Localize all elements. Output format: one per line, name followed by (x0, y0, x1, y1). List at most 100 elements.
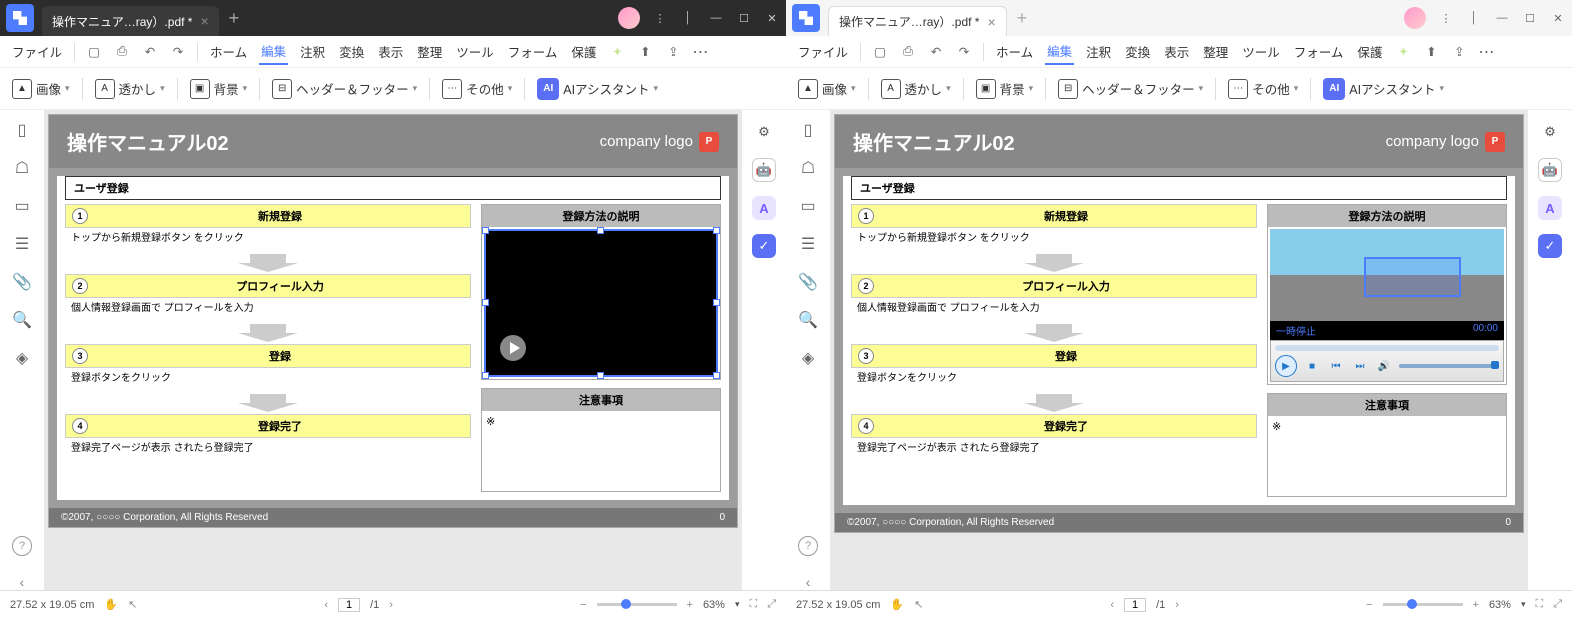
ai-robot-icon[interactable]: 🤖 (752, 158, 776, 182)
print-icon[interactable]: ⎙ (113, 43, 131, 61)
comment-icon[interactable]: ▭ (798, 196, 818, 216)
menu-home[interactable]: ホーム (208, 39, 249, 64)
zoom-in-icon[interactable]: + (1473, 599, 1479, 611)
share-icon[interactable]: ⇪ (1450, 43, 1468, 61)
menu-edit[interactable]: 編集 (259, 38, 288, 65)
header-footer-button[interactable]: ⊟ヘッダー＆フッター▾ (268, 75, 421, 103)
check-icon[interactable]: ✓ (1538, 234, 1562, 258)
share-icon[interactable]: ⇪ (664, 43, 682, 61)
menu-annotate[interactable]: 注釈 (1084, 39, 1113, 64)
menu-form[interactable]: フォーム (506, 39, 560, 64)
layers-icon[interactable]: ◈ (12, 348, 32, 368)
cloud-icon[interactable]: ⬆ (636, 43, 654, 61)
close-tab-icon[interactable]: × (200, 13, 208, 29)
comment-icon[interactable]: ▭ (12, 196, 32, 216)
menu-organize[interactable]: 整理 (415, 39, 444, 64)
prev-page-icon[interactable]: ‹ (1110, 599, 1114, 611)
help-icon[interactable]: ? (12, 536, 32, 556)
user-avatar[interactable] (1404, 7, 1426, 29)
more-icon[interactable]: ⋯ (692, 42, 708, 62)
print-icon[interactable]: ⎙ (899, 43, 917, 61)
image-button[interactable]: ▲画像▾ (794, 75, 860, 103)
cloud-icon[interactable]: ⬆ (1422, 43, 1440, 61)
check-icon[interactable]: ✓ (752, 234, 776, 258)
attachment-icon[interactable]: 📎 (12, 272, 32, 292)
menu-view[interactable]: 表示 (376, 39, 405, 64)
open-icon[interactable]: ▢ (85, 43, 103, 61)
fields-icon[interactable]: ☰ (12, 234, 32, 254)
minimize-icon[interactable]: — (702, 4, 730, 32)
fullscreen-icon[interactable]: ⤢ (1553, 598, 1562, 611)
ai-robot-icon[interactable]: 🤖 (1538, 158, 1562, 182)
video-object-selected[interactable] (484, 229, 718, 377)
new-tab-icon[interactable]: + (1017, 8, 1028, 29)
watermark-button[interactable]: A透かし▾ (877, 75, 955, 103)
background-button[interactable]: ▣背景▾ (972, 75, 1038, 103)
ai-assistant-button[interactable]: AIAIアシスタント▾ (1319, 74, 1448, 104)
volume-icon[interactable]: 🔊 (1375, 357, 1393, 375)
bulb-icon[interactable]: ✦ (1394, 43, 1412, 61)
header-footer-button[interactable]: ⊟ヘッダー＆フッター▾ (1054, 75, 1207, 103)
filter-icon[interactable]: ⚙ (752, 120, 776, 144)
next-track-icon[interactable]: ⏭ (1351, 357, 1369, 375)
thumbnails-icon[interactable]: ▯ (798, 120, 818, 140)
ai-a-icon[interactable]: A (752, 196, 776, 220)
ai-a-icon[interactable]: A (1538, 196, 1562, 220)
menu-convert[interactable]: 変換 (337, 39, 366, 64)
search-icon[interactable]: 🔍 (12, 310, 32, 330)
menu-home[interactable]: ホーム (994, 39, 1035, 64)
volume-slider[interactable] (1399, 364, 1499, 368)
fullscreen-icon[interactable]: ⤢ (767, 598, 776, 611)
other-button[interactable]: ⋯その他▾ (438, 75, 516, 103)
collapse-left-icon[interactable]: ‹ (20, 574, 25, 590)
kebab-icon[interactable]: ⋮ (1432, 4, 1460, 32)
menu-view[interactable]: 表示 (1162, 39, 1191, 64)
document-area[interactable]: 操作マニュアル02 company logoP ユーザ登録 1新規登録 トップか… (44, 110, 742, 590)
prev-track-icon[interactable]: ⏮ (1327, 357, 1345, 375)
close-window-icon[interactable]: ✕ (758, 4, 786, 32)
redo-icon[interactable]: ↷ (955, 43, 973, 61)
play-button[interactable]: ▶ (1275, 355, 1297, 377)
zoom-slider[interactable] (597, 603, 677, 606)
select-icon[interactable]: ↖ (914, 598, 923, 611)
bookmark-icon[interactable]: ☖ (12, 158, 32, 178)
menu-tools[interactable]: ツール (454, 39, 496, 64)
new-tab-icon[interactable]: + (229, 8, 240, 29)
next-page-icon[interactable]: › (389, 599, 393, 611)
ai-assistant-button[interactable]: AIAIアシスタント▾ (533, 74, 662, 104)
menu-convert[interactable]: 変換 (1123, 39, 1152, 64)
next-page-icon[interactable]: › (1175, 599, 1179, 611)
play-icon[interactable] (500, 335, 526, 361)
thumbnails-icon[interactable]: ▯ (12, 120, 32, 140)
undo-icon[interactable]: ↶ (927, 43, 945, 61)
fields-icon[interactable]: ☰ (798, 234, 818, 254)
select-icon[interactable]: ↖ (128, 598, 137, 611)
menu-protect[interactable]: 保護 (569, 39, 598, 64)
menu-form[interactable]: フォーム (1292, 39, 1346, 64)
hand-icon[interactable]: ✋ (890, 598, 904, 611)
maximize-icon[interactable]: ☐ (1516, 4, 1544, 32)
maximize-icon[interactable]: ☐ (730, 4, 758, 32)
user-avatar[interactable] (618, 7, 640, 29)
document-tab[interactable]: 操作マニュア…ray）.pdf * × (828, 6, 1007, 36)
image-button[interactable]: ▲画像▾ (8, 75, 74, 103)
search-icon[interactable]: 🔍 (798, 310, 818, 330)
other-button[interactable]: ⋯その他▾ (1224, 75, 1302, 103)
help-icon[interactable]: ? (798, 536, 818, 556)
more-icon[interactable]: ⋯ (1478, 42, 1494, 62)
menu-tools[interactable]: ツール (1240, 39, 1282, 64)
undo-icon[interactable]: ↶ (141, 43, 159, 61)
attachment-icon[interactable]: 📎 (798, 272, 818, 292)
zoom-out-icon[interactable]: − (1366, 599, 1372, 611)
document-area[interactable]: 操作マニュアル02 company logoP ユーザ登録 1新規登録 トップか… (830, 110, 1528, 590)
page-input[interactable] (1124, 598, 1146, 612)
background-button[interactable]: ▣背景▾ (186, 75, 252, 103)
document-tab[interactable]: 操作マニュア…ray）.pdf * × (42, 6, 219, 36)
menu-annotate[interactable]: 注釈 (298, 39, 327, 64)
close-tab-icon[interactable]: × (987, 14, 995, 30)
close-window-icon[interactable]: ✕ (1544, 4, 1572, 32)
kebab-icon[interactable]: ⋮ (646, 4, 674, 32)
redo-icon[interactable]: ↷ (169, 43, 187, 61)
seek-bar[interactable] (1275, 345, 1499, 351)
menu-organize[interactable]: 整理 (1201, 39, 1230, 64)
